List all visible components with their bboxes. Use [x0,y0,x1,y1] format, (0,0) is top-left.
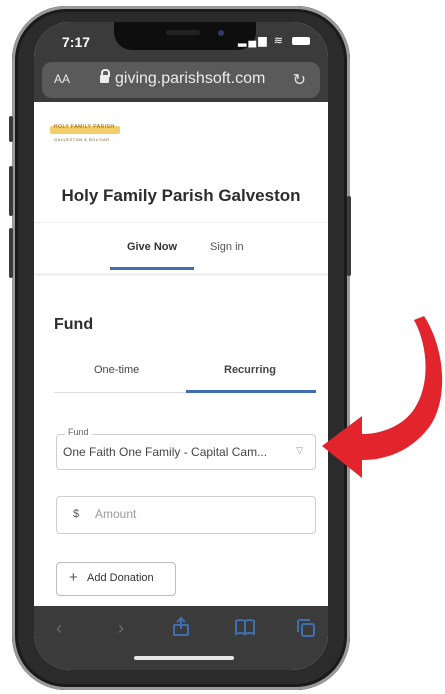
wifi-icon: ≋ [273,35,285,47]
tab-sign-in[interactable]: Sign in [210,241,244,253]
main-tabs: Give Now Sign in [34,222,328,276]
status-icons: ▂▄▆ ≋ [238,34,310,47]
status-time: 7:17 [62,34,91,50]
lock-icon [100,69,110,83]
speaker [166,30,200,35]
volume-down-button [9,228,13,278]
front-camera [218,30,224,36]
logo-text-bottom: GALVESTON & BOLIVAR [54,137,110,142]
currency-symbol: $ [73,508,80,520]
fund-selected-value: One Faith One Family - Capital Cam... [63,445,268,459]
page-content: HOLY FAMILY PARISH GALVESTON & BOLIVAR H… [34,102,328,622]
text-size-button[interactable]: AA [54,72,70,86]
tab-recurring[interactable]: Recurring [224,364,276,376]
fund-field-label: Fund [65,427,92,437]
active-tab-indicator [110,267,194,270]
reload-icon[interactable]: ↻ [293,70,306,90]
red-arrow-annotation [322,316,443,478]
tab-give-now[interactable]: Give Now [110,241,194,253]
silent-switch [9,116,13,142]
tab-one-time[interactable]: One-time [94,364,139,376]
url-text[interactable]: giving.parishsoft.com [100,69,266,88]
fund-select[interactable]: Fund One Faith One Family - Capital Cam.… [56,427,316,470]
chevron-down-icon: ▽ [296,445,303,455]
add-donation-button[interactable]: + Add Donation [56,562,176,596]
add-donation-label: Add Donation [87,572,154,584]
address-bar[interactable]: AA giving.parishsoft.com ↻ [42,62,320,98]
browser-toolbar: ‹ › [34,606,328,670]
volume-up-button [9,166,13,216]
section-title: Fund [54,316,94,333]
logo-text-top: HOLY FAMILY PARISH [54,124,115,130]
url-label: giving.parishsoft.com [115,70,266,87]
power-button [347,196,351,276]
signal-icon: ▂▄▆ [237,35,269,47]
bookmarks-icon[interactable] [234,618,256,641]
forward-icon[interactable]: › [118,618,124,639]
battery-icon [292,37,310,46]
share-icon[interactable] [172,616,190,641]
recurring-indicator [186,390,316,393]
parish-name: Holy Family Parish Galveston [61,186,301,205]
notch [114,22,256,50]
frequency-tabs: One-time Recurring [54,352,316,393]
parish-logo: HOLY FAMILY PARISH GALVESTON & BOLIVAR [50,124,120,146]
amount-input[interactable]: $ Amount [56,496,316,534]
back-icon[interactable]: ‹ [56,618,62,639]
phone-screen: 7:17 ▂▄▆ ≋ AA giving.parishsoft.com ↻ HO… [34,22,328,670]
amount-placeholder: Amount [95,507,137,521]
home-indicator [134,656,234,660]
plus-icon: + [69,569,78,586]
tabs-icon[interactable] [296,618,316,643]
